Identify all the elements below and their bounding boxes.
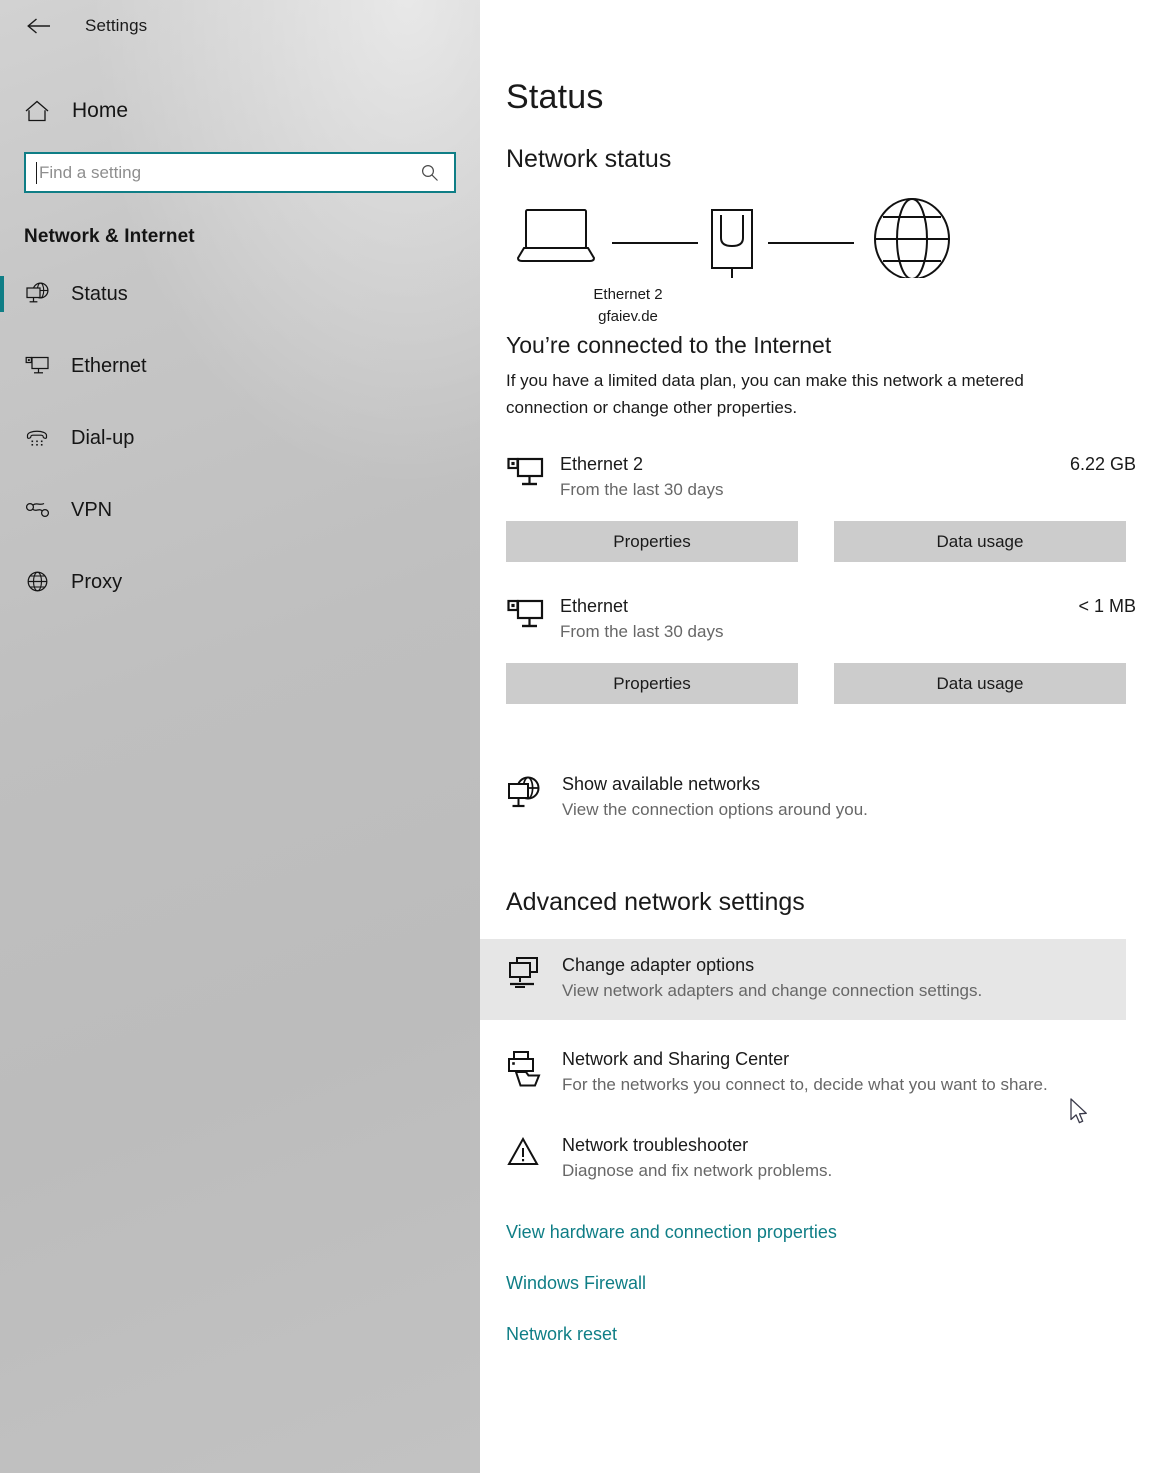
page-title: Status [506,78,604,116]
warning-triangle-icon [506,1133,562,1174]
sidebar-item-label-status: Status [71,282,128,305]
diagram-network-name: gfaiev.de [598,308,658,325]
connection-entry-ethernet-2: Ethernet 2 From the last 30 days 6.22 GB… [506,452,1154,562]
connection-usage: < 1 MB [1078,596,1136,616]
category-title: Network & Internet [24,226,195,247]
show-networks-title: Show available networks [562,774,761,794]
network-diagram: Ethernet 2 gfaiev.de [506,196,1154,326]
link-view-hardware-properties[interactable]: View hardware and connection properties [506,1222,1154,1243]
sidebar-item-label-ethernet: Ethernet [71,354,147,377]
globe-icon [874,198,950,278]
connection-usage: 6.22 GB [1069,454,1136,474]
home-icon [24,99,58,123]
sidebar-item-label-proxy: Proxy [71,570,123,593]
show-networks-subtitle: View the connection options around you. [562,800,868,819]
sidebar-item-status[interactable]: Status [0,270,480,318]
ethernet-adapter-icon [506,594,560,634]
connection-subtitle: From the last 30 days [560,480,724,499]
settings-window: Settings Home Find a setting Network & I… [0,0,1154,1473]
sidebar-item-label-vpn: VPN [71,498,113,521]
globe-icon [24,569,58,595]
change-adapter-options-row[interactable]: Change adapter options View network adap… [480,939,1126,1020]
title-bar: Settings [0,0,480,52]
ethernet-icon [24,353,58,379]
sidebar-item-ethernet[interactable]: Ethernet [0,342,480,390]
change-adapter-title: Change adapter options [562,955,755,975]
dialup-phone-icon [24,425,58,451]
connection-subtitle: From the last 30 days [560,622,724,641]
laptop-icon [516,209,596,262]
sidebar-item-label-home: Home [72,99,129,122]
sidebar-nav: Status Ethernet Dial-up VPN Proxy [0,270,480,606]
data-usage-button[interactable]: Data usage [834,521,1126,562]
network-troubleshooter-subtitle: Diagnose and fix network problems. [562,1161,833,1180]
selection-indicator [0,276,4,312]
vpn-icon [24,497,58,523]
network-sharing-subtitle: For the networks you connect to, decide … [562,1075,1048,1094]
properties-button[interactable]: Properties [506,663,798,704]
search-icon[interactable] [420,163,440,183]
advanced-settings-heading: Advanced network settings [506,888,805,916]
change-adapter-subtitle: View network adapters and change connect… [562,981,983,1000]
network-sharing-title: Network and Sharing Center [562,1049,790,1069]
connection-name: Ethernet [560,596,629,616]
properties-button[interactable]: Properties [506,521,798,562]
window-title: Settings [85,16,148,35]
sidebar-item-label-dial-up: Dial-up [71,426,135,449]
sidebar-item-proxy[interactable]: Proxy [0,558,480,606]
search-placeholder: Find a setting [39,162,142,182]
change-adapter-icon [506,953,562,994]
sidebar-item-vpn[interactable]: VPN [0,486,480,534]
data-usage-button[interactable]: Data usage [834,663,1126,704]
sidebar: Settings Home Find a setting Network & I… [0,0,480,1473]
show-networks-icon [506,772,562,813]
text-caret [36,161,37,184]
search-input[interactable]: Find a setting [24,152,456,193]
connected-body: If you have a limited data plan, you can… [506,371,1024,417]
network-sharing-center-row[interactable]: Network and Sharing Center For the netwo… [506,1036,1154,1109]
ethernet-adapter-icon [506,452,560,492]
back-arrow-icon [26,17,52,35]
network-status-icon [24,281,58,307]
link-windows-firewall[interactable]: Windows Firewall [506,1273,1154,1294]
show-available-networks-row[interactable]: Show available networks View the connect… [506,761,1154,834]
main-content: Status Network status Ethernet 2 gfaiev.… [480,0,1154,1473]
network-troubleshooter-row[interactable]: Network troubleshooter Diagnose and fix … [506,1122,1154,1195]
diagram-adapter-name: Ethernet 2 [593,286,663,303]
sidebar-item-dial-up[interactable]: Dial-up [0,414,480,462]
connection-entry-ethernet: Ethernet From the last 30 days < 1 MB Pr… [506,594,1154,704]
connection-name: Ethernet 2 [560,454,644,474]
connected-heading: You’re connected to the Internet [506,332,832,358]
back-button[interactable] [16,10,62,42]
link-network-reset[interactable]: Network reset [506,1324,1154,1345]
network-troubleshooter-title: Network troubleshooter [562,1135,749,1155]
network-status-heading: Network status [506,145,672,173]
ethernet-port-icon [711,209,753,278]
sidebar-item-home[interactable]: Home [0,89,480,133]
sharing-center-icon [506,1047,562,1090]
